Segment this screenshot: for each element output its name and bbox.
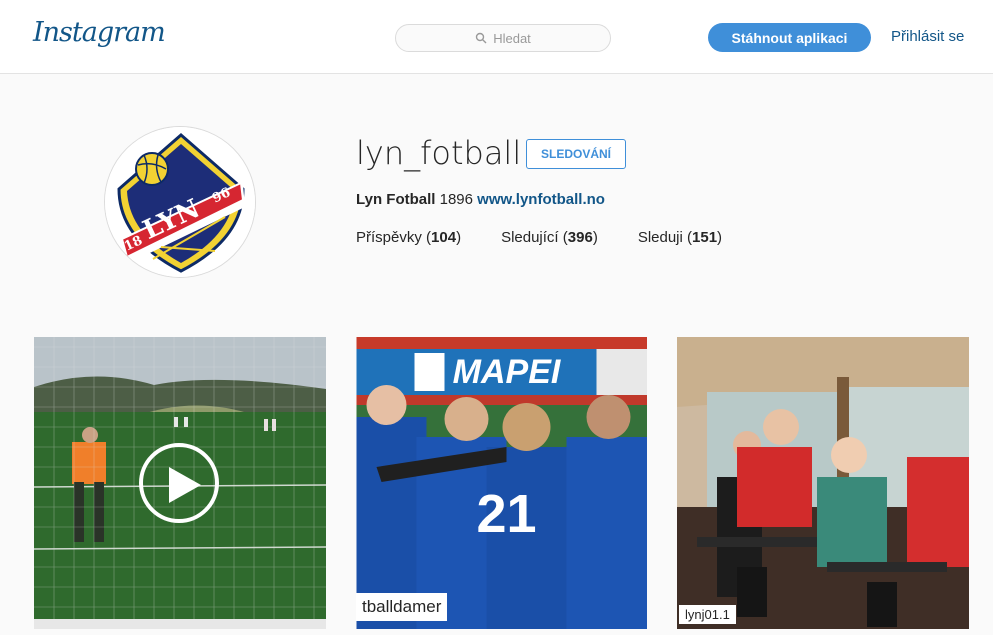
lyn-crest-logo: LYN 18 96 bbox=[105, 127, 255, 277]
profile-bio: Lyn Fotball 1896 www.lynfotball.no bbox=[356, 191, 605, 208]
instagram-logo[interactable]: Instagram bbox=[33, 17, 166, 48]
post-tile-video[interactable] bbox=[34, 337, 326, 629]
profile-username: lyn_fotball bbox=[356, 134, 522, 172]
login-link[interactable]: Přihlásit se bbox=[891, 28, 964, 45]
search-input[interactable]: Hledat bbox=[395, 24, 611, 52]
post-tile-photo[interactable]: lynj01.1 bbox=[677, 337, 969, 629]
profile-website-link[interactable]: www.lynfotball.no bbox=[477, 191, 605, 208]
post-caption-overlay: lynj01.1 bbox=[679, 605, 736, 624]
post-caption-overlay: tballdamer bbox=[356, 593, 448, 621]
profile-full-name: Lyn Fotball bbox=[356, 191, 436, 208]
top-navigation-bar: Instagram Hledat Stáhnout aplikaci Přihl… bbox=[0, 0, 993, 74]
profile-stats: Příspěvky (104) Sledující (396) Sleduji … bbox=[356, 229, 762, 246]
follow-button[interactable]: SLEDOVÁNÍ bbox=[526, 139, 626, 169]
following-count[interactable]: Sleduji (151) bbox=[638, 229, 722, 246]
jersey-number: 21 bbox=[476, 484, 536, 544]
banner-text: MAPEI bbox=[453, 353, 562, 391]
post-image-indoor-cycling bbox=[677, 337, 969, 629]
search-icon bbox=[476, 32, 487, 44]
post-image-team-celebration: MAPEI 21 bbox=[356, 337, 647, 629]
play-icon bbox=[169, 467, 201, 503]
profile-bio-text: 1896 bbox=[435, 191, 478, 208]
download-app-button[interactable]: Stáhnout aplikaci bbox=[708, 23, 871, 52]
search-placeholder: Hledat bbox=[493, 30, 531, 46]
play-button[interactable] bbox=[139, 443, 219, 523]
profile-avatar: LYN 18 96 bbox=[104, 126, 256, 278]
post-tile-photo[interactable]: MAPEI 21 tballdamer bbox=[356, 337, 647, 629]
posts-count: Příspěvky (104) bbox=[356, 229, 462, 246]
followers-count[interactable]: Sledující (396) bbox=[501, 229, 598, 246]
